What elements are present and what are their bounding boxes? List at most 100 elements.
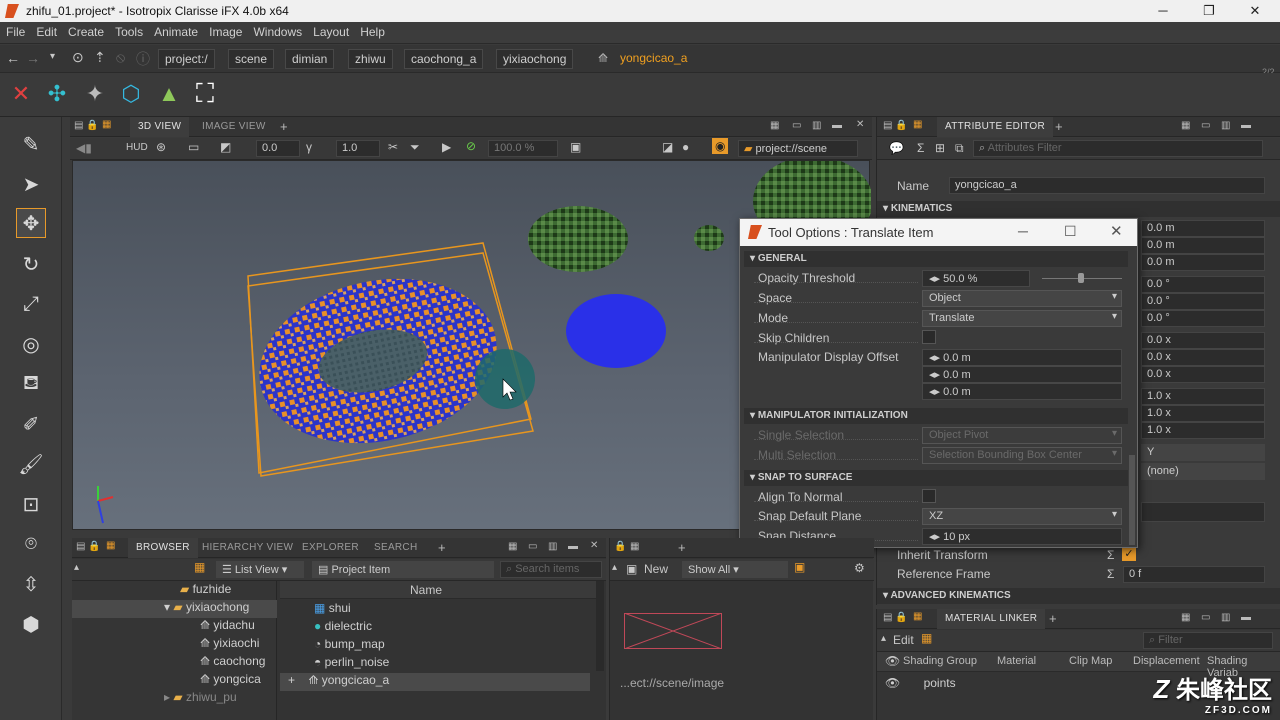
tab-search[interactable]: SEARCH	[366, 538, 425, 558]
menu-edit[interactable]: Edit	[30, 22, 62, 39]
translate-tool-icon[interactable]: ✥	[16, 208, 46, 238]
reference-frame-field[interactable]: 0 f	[1123, 566, 1265, 583]
layout-split-icon[interactable]: ▭	[792, 120, 801, 131]
image-icon[interactable]: ▣	[794, 560, 805, 574]
gamma-icon[interactable]: γ	[306, 140, 312, 154]
sigma-icon[interactable]: Σ	[1107, 567, 1114, 581]
space-select[interactable]: Object	[922, 290, 1122, 307]
panel-close-icon[interactable]: ✕	[856, 119, 864, 130]
collapse-arrow-icon[interactable]: ▴	[74, 562, 79, 573]
list-item[interactable]: ● dielectric	[314, 619, 372, 637]
opacity-threshold-field[interactable]: ◂▸ 50.0 %	[922, 270, 1030, 287]
frame-tool-icon[interactable]: ⊡	[16, 489, 46, 519]
history-dropdown-icon[interactable]: ▾	[50, 51, 55, 62]
panel-pin-icon[interactable]: ▤	[883, 120, 892, 131]
breadcrumb-project[interactable]: project:/	[158, 49, 215, 69]
manipulator-handle[interactable]	[475, 349, 535, 409]
select-arrow-icon[interactable]: ➤	[16, 169, 46, 199]
measure-tool-icon[interactable]: ⇳	[16, 569, 46, 599]
tab-hierarchy-view[interactable]: HIERARCHY VIEW	[194, 538, 301, 558]
camera-lock-icon[interactable]: ◀▮	[76, 141, 92, 155]
column-material[interactable]: Material	[997, 655, 1036, 667]
scale-x-field[interactable]: 1.0 x	[1141, 388, 1265, 405]
translate-y-field[interactable]: 0.0 m	[1141, 237, 1265, 254]
name-field[interactable]: yongcicao_a	[949, 177, 1265, 194]
frame-field[interactable]: 0.0	[256, 140, 300, 157]
layout-columns-icon[interactable]: ▥	[1221, 120, 1230, 131]
collapse-arrow-icon[interactable]: ▴	[612, 562, 617, 573]
context-path-field[interactable]: ▰ project://scene	[738, 140, 858, 157]
panel-lock-icon[interactable]: 🔒	[86, 120, 98, 131]
dialog-scrollbar[interactable]	[1129, 455, 1135, 545]
eyedropper-icon[interactable]: ✎	[16, 129, 46, 159]
dialog-close-icon[interactable]: ✕	[1110, 222, 1123, 240]
offset-z-field[interactable]: 0.0 x	[1141, 366, 1265, 383]
opacity-slider-handle[interactable]	[1078, 273, 1084, 283]
panel-lock-icon[interactable]: 🔒	[88, 541, 100, 552]
inherit-transform-checkbox[interactable]: ✓	[1122, 547, 1136, 561]
panel-pin-icon[interactable]: ▤	[76, 541, 85, 552]
home-icon[interactable]: ⊙	[72, 49, 84, 66]
status-icon[interactable]: ⊘	[466, 139, 476, 153]
rotate-x-field[interactable]: 0.0 °	[1141, 276, 1265, 293]
settings-gear-icon[interactable]: ⚙	[854, 561, 865, 575]
fullscreen-icon[interactable]: ⛶	[190, 78, 220, 109]
camera-icon[interactable]: ▶	[442, 140, 451, 154]
general-section[interactable]: ▾ GENERAL	[744, 251, 1128, 267]
sphere-icon[interactable]: ●	[682, 140, 689, 154]
menu-tools[interactable]: Tools	[109, 22, 148, 39]
scale-y-field[interactable]: 1.0 x	[1141, 405, 1265, 422]
list-item[interactable]: ◓ perlin_noise	[314, 655, 389, 673]
axis-select[interactable]: Y	[1141, 444, 1265, 461]
layout-split-icon[interactable]: ▭	[1201, 120, 1210, 131]
sigma-icon[interactable]: Σ	[1107, 548, 1114, 562]
resolution-icon[interactable]: ◩	[220, 140, 231, 154]
close-icon[interactable]: ✕	[1240, 2, 1270, 20]
snapshot-icon[interactable]: ▣	[570, 140, 581, 154]
menu-create[interactable]: Create	[62, 22, 109, 39]
column-clip-map[interactable]: Clip Map	[1069, 655, 1112, 667]
paint-tool-icon[interactable]: ✐	[16, 409, 46, 439]
offset-y-field[interactable]: 0.0 x	[1141, 349, 1265, 366]
list-item[interactable]: ▦ shui	[314, 601, 351, 619]
copy-icon[interactable]: ⧉	[955, 141, 964, 156]
column-shading-group[interactable]: Shading Group	[903, 655, 977, 667]
back-arrow-icon[interactable]: ←	[6, 50, 20, 66]
edit-button[interactable]: Edit	[893, 633, 914, 647]
multi-selection-select[interactable]: Selection Bounding Box Center	[922, 447, 1122, 464]
panel-lock-icon[interactable]: 🔒	[895, 612, 907, 623]
offset-x-field[interactable]: 0.0 x	[1141, 332, 1265, 349]
new-button[interactable]: New	[644, 562, 668, 576]
blank-field[interactable]	[1141, 502, 1265, 522]
display-mode-icon[interactable]: ⊛	[156, 140, 166, 154]
layout-columns-icon[interactable]: ▥	[548, 541, 557, 552]
translate-x-field[interactable]: 0.0 m	[1141, 220, 1265, 237]
collapse-arrow-icon[interactable]: ▴	[881, 633, 886, 644]
tree-item[interactable]: ⟰ caochong	[200, 654, 265, 672]
breadcrumb-yixiaochong[interactable]: yixiaochong	[496, 49, 574, 69]
attributes-filter-input[interactable]: ⌕ Attributes Filter	[973, 140, 1263, 157]
tree-item[interactable]: ⟰ yidachu	[200, 618, 255, 636]
scale-z-field[interactable]: 1.0 x	[1141, 422, 1265, 439]
tree-item[interactable]: ▰ fuzhide	[180, 582, 231, 600]
layout-max-icon[interactable]: ▬	[568, 541, 578, 552]
list-view-select[interactable]: ☰ List View ▾	[216, 561, 304, 578]
parent-select[interactable]: (none)	[1141, 463, 1265, 480]
select-icon[interactable]: ✣	[42, 79, 72, 109]
panel-lock-icon[interactable]: 🔒	[895, 120, 907, 131]
breadcrumb-caochong-a[interactable]: caochong_a	[404, 49, 484, 69]
add-tab-icon[interactable]: +	[1049, 611, 1057, 626]
kinematics-section[interactable]: ▾ KINEMATICS	[877, 201, 1280, 217]
tab-3d-view[interactable]: 3D VIEW	[130, 117, 190, 137]
tree-item[interactable]: ▸ ▰ zhiwu_pu	[164, 690, 237, 708]
layout-columns-icon[interactable]: ▥	[1221, 612, 1230, 623]
layout-split-icon[interactable]: ▭	[528, 541, 537, 552]
menu-help[interactable]: Help	[354, 22, 390, 39]
layout-grid-icon[interactable]: ▦	[770, 120, 779, 131]
list-item-selected[interactable]: + ⟰ yongcicao_a	[280, 673, 590, 691]
menu-windows[interactable]: Windows	[247, 22, 307, 39]
eye-icon[interactable]: 👁	[885, 654, 900, 668]
panel-options-icon[interactable]: ▦	[102, 119, 111, 130]
tree-item[interactable]: ⟰ yixiaochi	[200, 636, 259, 654]
column-name[interactable]: Name	[410, 583, 442, 597]
